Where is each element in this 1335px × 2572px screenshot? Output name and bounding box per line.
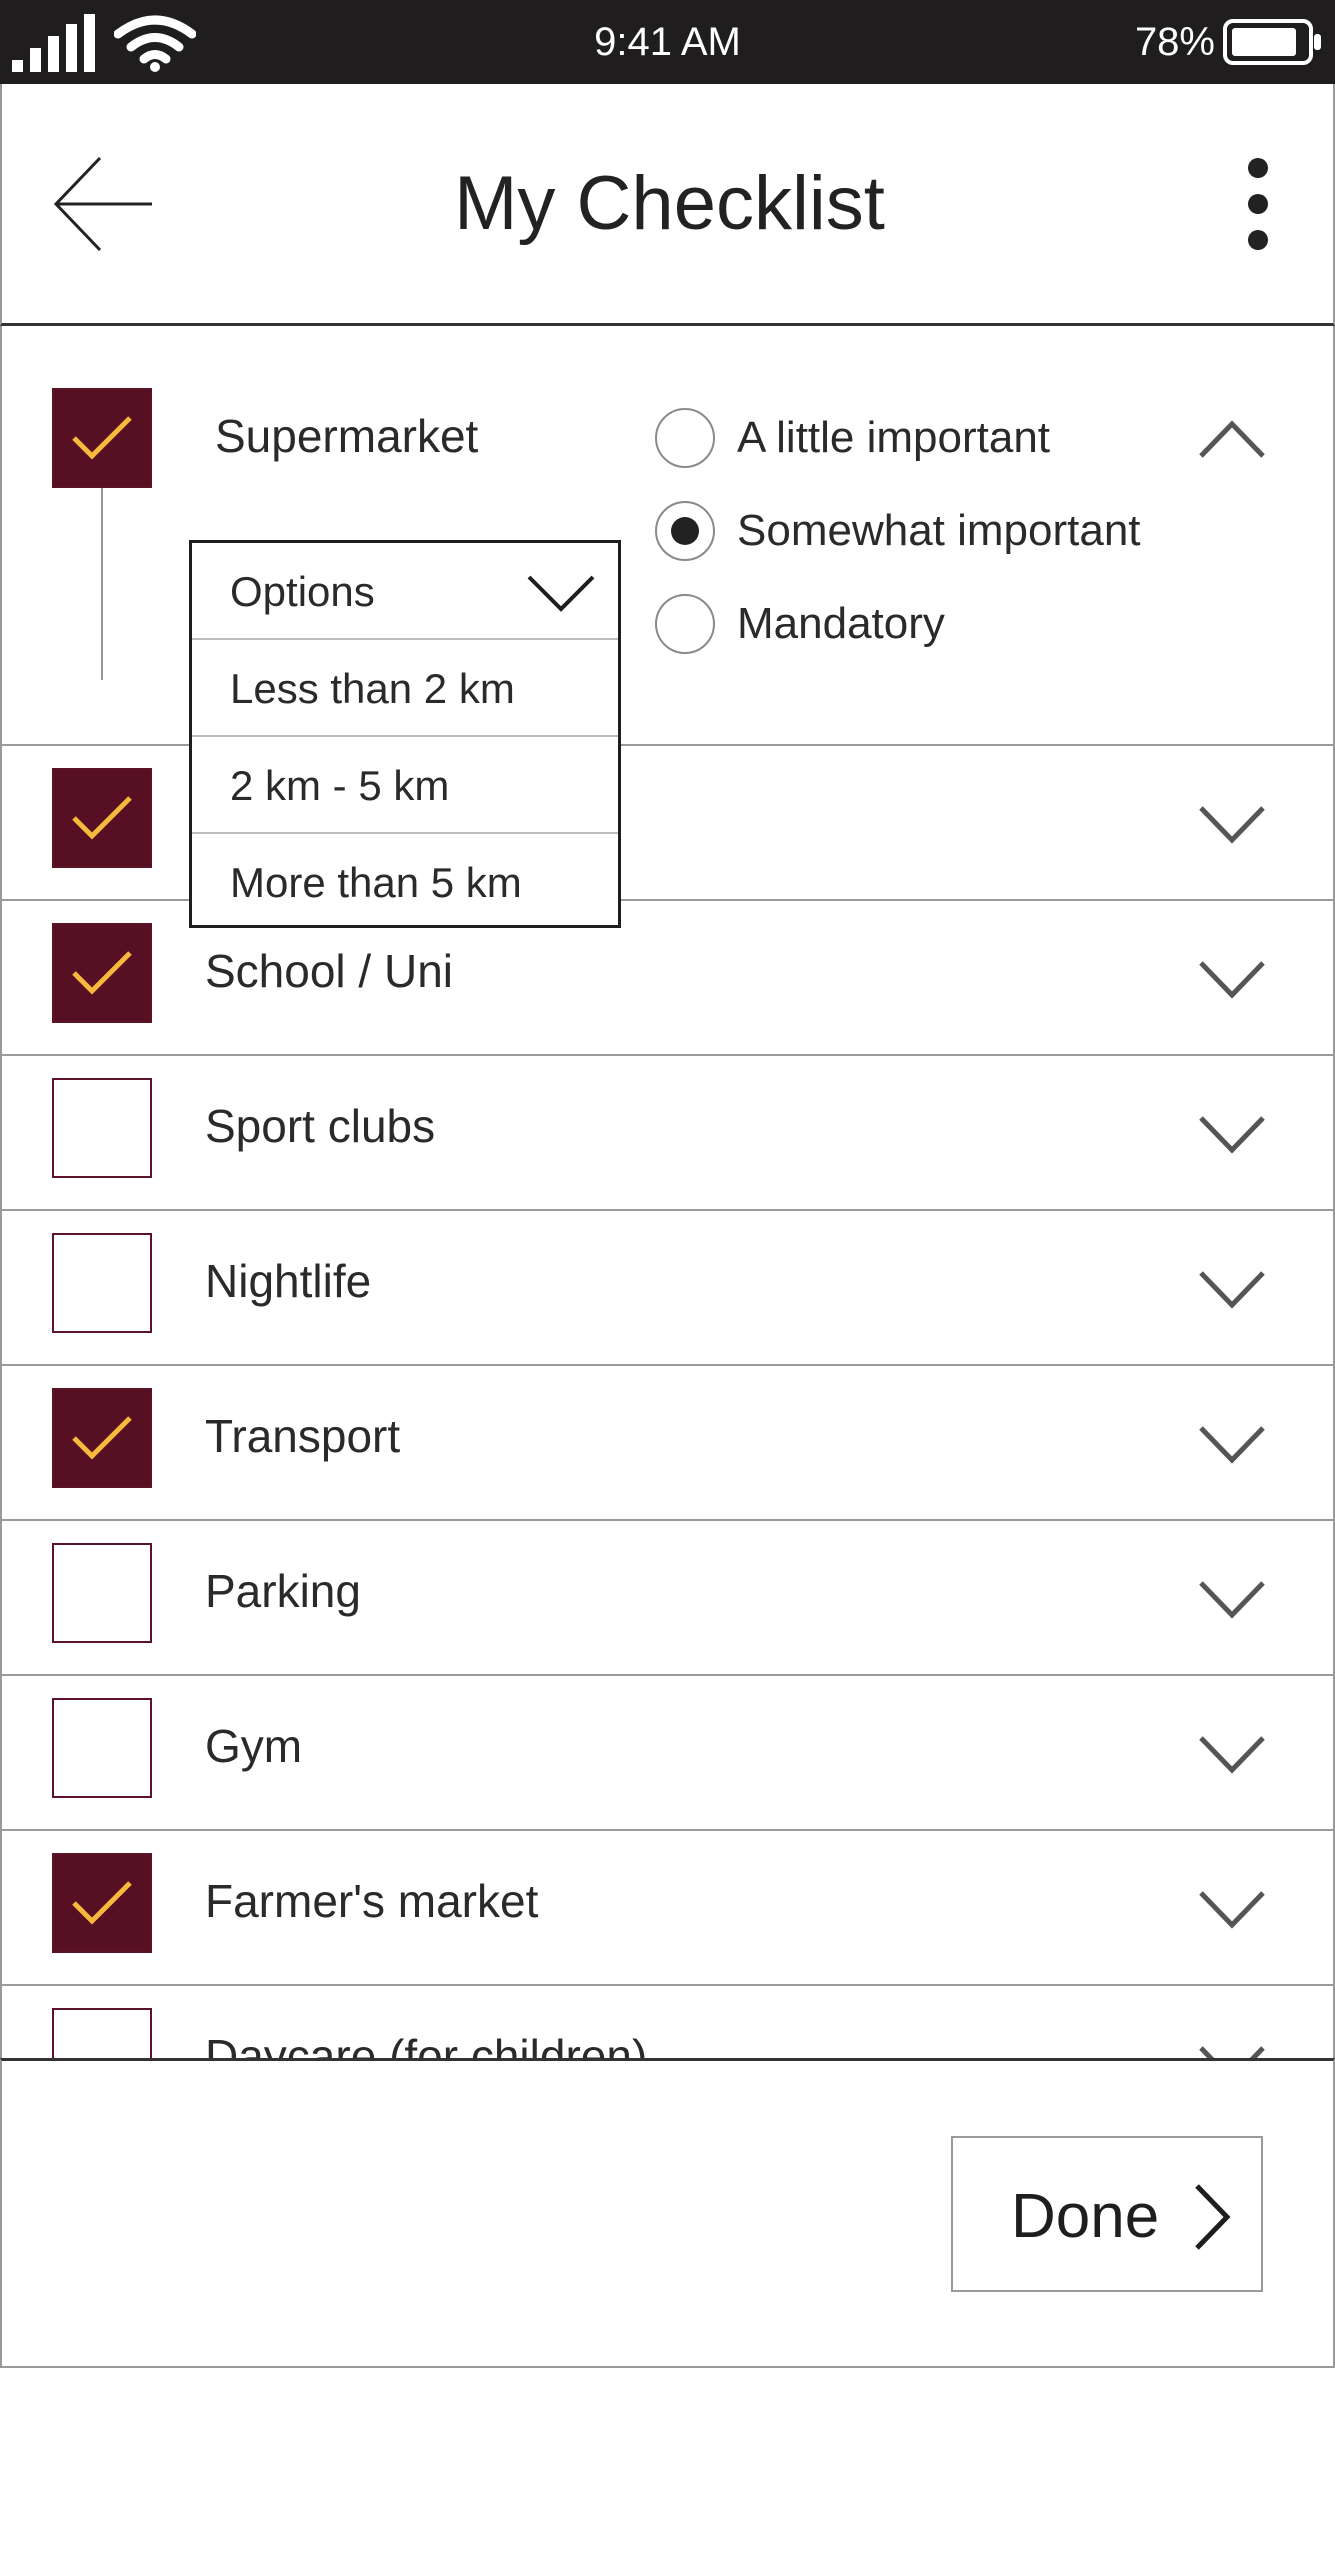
done-button[interactable]: Done xyxy=(951,2136,1263,2292)
list-item-transport: Transport xyxy=(2,1366,1333,1521)
chevron-up-icon[interactable] xyxy=(1197,416,1267,460)
checkmark-icon xyxy=(72,951,132,995)
connector-line xyxy=(101,488,103,680)
dropdown-header-label: Options xyxy=(230,568,375,615)
chevron-right-icon xyxy=(1195,2184,1231,2250)
battery-percentage: 78% xyxy=(1134,20,1215,64)
dropdown-option[interactable]: 2 km - 5 km xyxy=(192,737,618,834)
chevron-down-icon[interactable] xyxy=(1197,802,1267,846)
checkbox[interactable] xyxy=(52,768,152,868)
status-bar: 9:41 AM 78% xyxy=(0,0,1335,84)
item-label: Gym xyxy=(205,1720,303,1772)
checkbox-sport-clubs[interactable] xyxy=(52,1078,152,1178)
checkbox-school[interactable] xyxy=(52,923,152,1023)
list-item-sport-clubs: Sport clubs xyxy=(2,1056,1333,1211)
chevron-down-icon[interactable] xyxy=(1197,1732,1267,1776)
checkmark-icon xyxy=(72,416,132,460)
dropdown-option[interactable]: Less than 2 km xyxy=(192,640,618,737)
battery-icon xyxy=(1223,19,1321,65)
item-label: Nightlife xyxy=(205,1255,372,1307)
dropdown-option-label: More than 5 km xyxy=(230,859,522,906)
radio-button[interactable] xyxy=(655,594,715,654)
list-item-parking: Parking xyxy=(2,1521,1333,1676)
item-label: School / Uni xyxy=(205,945,454,997)
checkmark-icon xyxy=(72,796,132,840)
chevron-down-icon[interactable] xyxy=(1197,1422,1267,1466)
item-label: Daycare (for children) xyxy=(205,2030,648,2058)
chevron-down-icon[interactable] xyxy=(1197,1887,1267,1931)
radio-label: Somewhat important xyxy=(737,506,1141,555)
chevron-down-icon[interactable] xyxy=(1197,957,1267,1001)
list-item-farmers-market: Farmer's market xyxy=(2,1831,1333,1986)
dropdown-option-label: Less than 2 km xyxy=(230,665,515,712)
distance-dropdown[interactable]: Options Less than 2 km 2 km - 5 km More … xyxy=(189,540,621,928)
radio-button-selected[interactable] xyxy=(655,501,715,561)
chevron-down-icon[interactable] xyxy=(1197,1112,1267,1156)
phone-screen: 9:41 AM 78% My Checklist Supermarket A l… xyxy=(0,0,1335,2572)
more-vertical-icon[interactable] xyxy=(1243,156,1273,252)
list-item-nightlife: Nightlife xyxy=(2,1211,1333,1366)
checkbox-gym[interactable] xyxy=(52,1698,152,1798)
checkmark-icon xyxy=(72,1881,132,1925)
chevron-down-icon[interactable] xyxy=(1197,1267,1267,1311)
item-label: Sport clubs xyxy=(205,1100,436,1152)
checkmark-icon xyxy=(72,1416,132,1460)
checklist[interactable]: Supermarket A little important Somewhat … xyxy=(0,326,1335,2058)
radio-label: A little important xyxy=(737,413,1051,462)
checkbox-farmers-market[interactable] xyxy=(52,1853,152,1953)
item-label: Transport xyxy=(205,1410,401,1462)
checkbox-supermarket[interactable] xyxy=(52,388,152,488)
list-item-gym: Gym xyxy=(2,1676,1333,1831)
dropdown-option[interactable]: More than 5 km xyxy=(192,834,618,931)
dropdown-option-label: 2 km - 5 km xyxy=(230,762,450,809)
chevron-down-icon[interactable] xyxy=(1197,2042,1267,2058)
checkbox-transport[interactable] xyxy=(52,1388,152,1488)
radio-button[interactable] xyxy=(655,408,715,468)
checkbox-parking[interactable] xyxy=(52,1543,152,1643)
checkbox-nightlife[interactable] xyxy=(52,1233,152,1333)
radio-label: Mandatory xyxy=(737,599,945,648)
item-label: Parking xyxy=(205,1565,361,1617)
footer-bar: Done xyxy=(0,2058,1335,2368)
item-label: Supermarket xyxy=(215,410,479,462)
page-title: My Checklist xyxy=(454,161,885,246)
item-label: Farmer's market xyxy=(205,1875,539,1927)
app-header: My Checklist xyxy=(0,84,1335,326)
chevron-down-icon[interactable] xyxy=(1197,1577,1267,1621)
done-label: Done xyxy=(1011,2182,1160,2251)
list-item-daycare: Daycare (for children) xyxy=(2,1986,1333,2058)
chevron-down-icon[interactable] xyxy=(526,573,596,613)
dropdown-header[interactable]: Options xyxy=(192,543,618,640)
checkbox-daycare[interactable] xyxy=(52,2008,152,2058)
